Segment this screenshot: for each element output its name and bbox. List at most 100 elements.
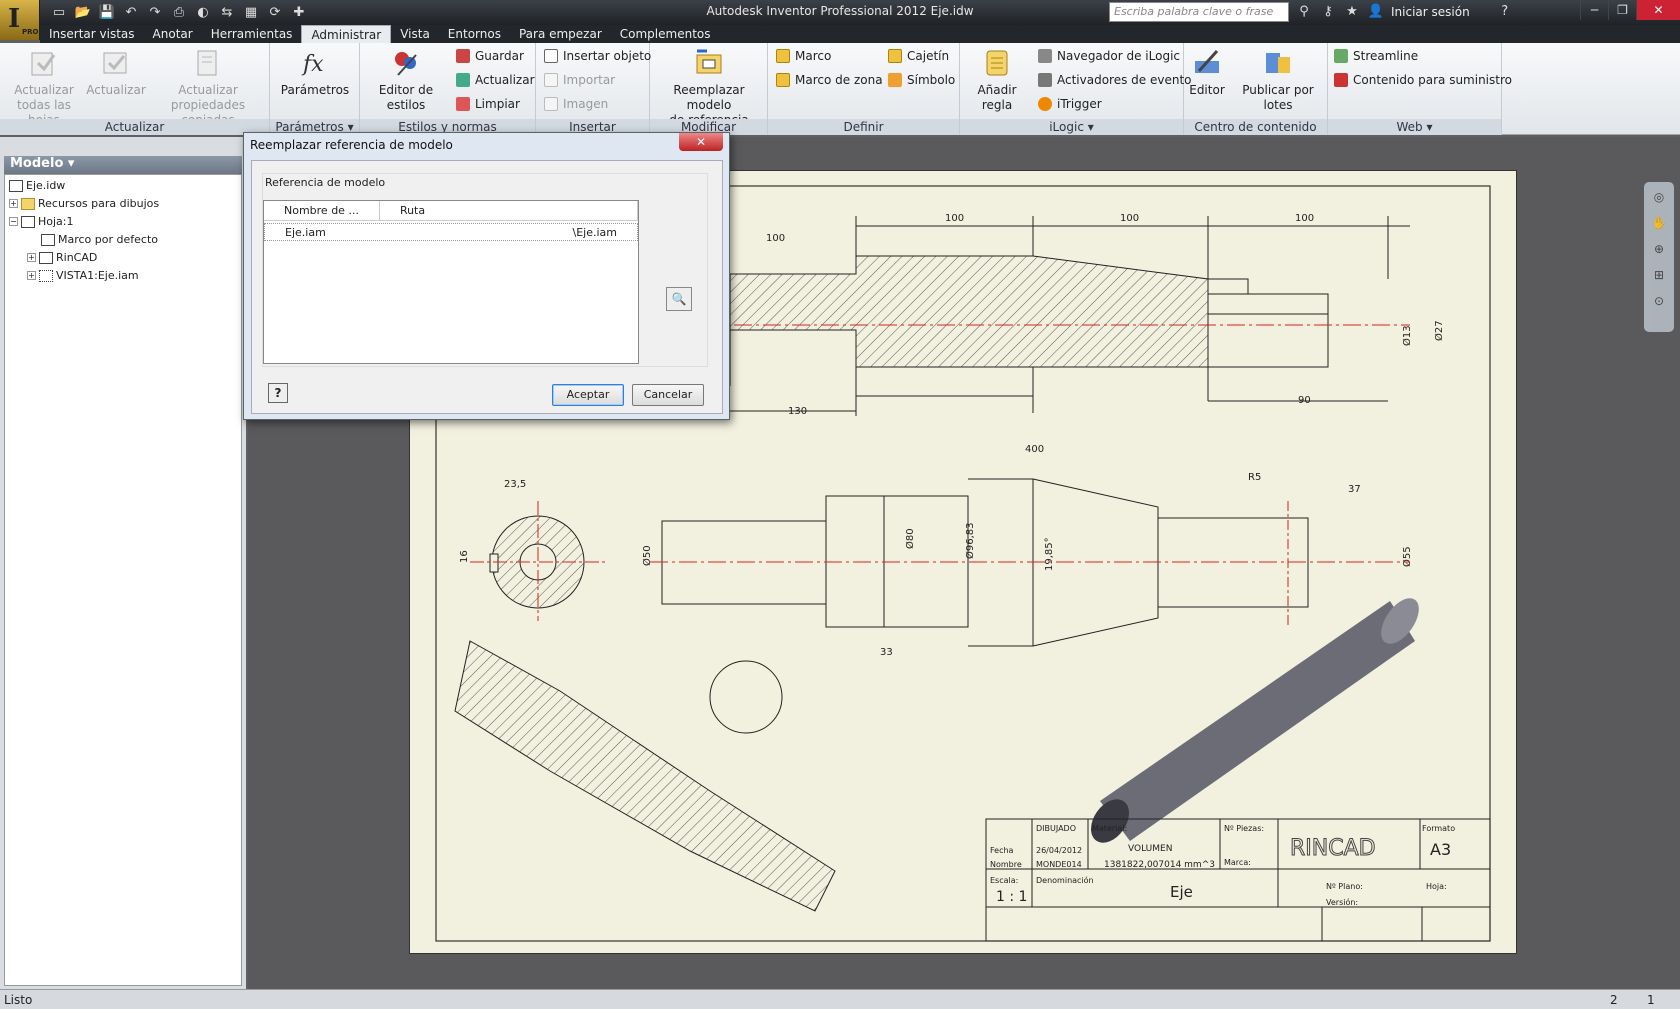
tab-entornos[interactable]: Entornos [439, 25, 510, 43]
col-name-header[interactable]: Nombre de ... [264, 201, 380, 220]
frame-button[interactable]: Marco [776, 49, 831, 63]
insert-object-button[interactable]: Insertar objeto [544, 49, 651, 63]
col-path-header[interactable]: Ruta [380, 201, 638, 220]
steering-wheel-icon[interactable]: ◎ [1648, 186, 1670, 208]
maximize-icon[interactable]: ❐ [1608, 0, 1636, 20]
window-controls: ─ ❐ ✕ [1580, 0, 1680, 20]
help-button[interactable]: ? [268, 383, 288, 403]
dialog-close-icon[interactable]: ✕ [679, 133, 723, 151]
model-browser: Modelo ▾ Eje.idw + Recursos para dibujos … [0, 137, 246, 989]
dim-label: 37 [1348, 484, 1361, 495]
minimize-icon[interactable]: ─ [1580, 0, 1608, 20]
tab-administrar[interactable]: Administrar [301, 25, 392, 43]
event-triggers-icon [1038, 73, 1052, 87]
tree-item-sheet[interactable]: − Hoja:1 [9, 215, 74, 228]
select-icon[interactable]: ◐ [192, 3, 214, 23]
tb-marca: Marca: [1224, 858, 1251, 867]
star-icon[interactable]: ★ [1343, 2, 1361, 22]
ilogic-browser-button[interactable]: Navegador de iLogic [1038, 49, 1180, 63]
itrigger-button[interactable]: iTrigger [1038, 97, 1102, 111]
tree-item-view[interactable]: + VISTA1:Eje.iam [27, 269, 139, 282]
dim-label: 100 [766, 233, 785, 244]
symbol-button[interactable]: Símbolo [888, 73, 955, 87]
status-text: Listo [4, 993, 33, 1007]
dialog-title: Reemplazar referencia de modelo [250, 138, 453, 152]
expand-icon[interactable]: + [9, 199, 18, 208]
update-styles-button[interactable]: Actualizar [456, 73, 535, 87]
tree-item-resources[interactable]: + Recursos para dibujos [9, 197, 159, 210]
expand-icon[interactable]: + [27, 253, 36, 262]
new-icon[interactable]: ▭ [48, 3, 70, 23]
quick-access-toolbar: ▭ 📂 💾 ↶ ↷ ⎙ ◐ ⇆ ▦ ⟳ ✚ [48, 3, 310, 23]
browser-header[interactable]: Modelo ▾ [4, 156, 242, 174]
import-button[interactable]: Importar [544, 73, 615, 87]
purge-styles-button[interactable]: Limpiar [456, 97, 520, 111]
dim-label: Ø50 [641, 545, 653, 566]
properties-icon [197, 50, 217, 76]
panel-title: Centro de contenido [1184, 119, 1327, 135]
add-rule-button[interactable]: Añadir regla [962, 47, 1032, 113]
tab-anotar[interactable]: Anotar [144, 25, 202, 43]
expand-icon[interactable]: + [27, 271, 36, 280]
tab-para-empezar[interactable]: Para empezar [510, 25, 611, 43]
help-search-input[interactable]: Escriba palabra clave o frase [1109, 2, 1289, 22]
zone-frame-button[interactable]: Marco de zona [776, 73, 883, 87]
replace-model-reference-button[interactable]: Reemplazar modelo de referencia [652, 47, 766, 128]
ok-button[interactable]: Aceptar [552, 384, 624, 406]
redo-icon[interactable]: ↷ [144, 3, 166, 23]
appearance-icon[interactable]: ▦ [240, 3, 262, 23]
parameters-button[interactable]: fx Parámetros [275, 47, 355, 98]
open-icon[interactable]: 📂 [72, 3, 94, 23]
image-button[interactable]: Imagen [544, 97, 608, 111]
zoom-all-icon[interactable]: ⊙ [1648, 290, 1670, 312]
dim-label: 100 [1295, 213, 1314, 224]
sign-in-link[interactable]: Iniciar sesión [1391, 5, 1470, 19]
tab-herramientas[interactable]: Herramientas [202, 25, 302, 43]
collapse-icon[interactable]: − [9, 217, 18, 226]
update-icon[interactable]: ⟳ [264, 3, 286, 23]
title-block-button[interactable]: Cajetín [888, 49, 949, 63]
tab-vista[interactable]: Vista [391, 25, 439, 43]
dim-label: 16 [459, 550, 470, 563]
tb-nombre-val: MONDE014 [1036, 860, 1082, 869]
content-editor-button[interactable]: Editor [1186, 47, 1228, 98]
undo-icon[interactable]: ↶ [120, 3, 142, 23]
update-button[interactable]: Actualizar [86, 47, 146, 98]
print-icon[interactable]: ⎙ [168, 3, 190, 23]
tree-item-titleblock[interactable]: + RinCAD [27, 251, 97, 264]
cancel-button[interactable]: Cancelar [632, 384, 704, 406]
event-triggers-button[interactable]: Activadores de evento [1038, 73, 1192, 87]
save-styles-button[interactable]: Guardar [456, 49, 524, 63]
close-icon[interactable]: ✕ [1636, 0, 1680, 20]
browse-button[interactable]: 🔍 [666, 287, 692, 311]
dim-label: 400 [1025, 444, 1044, 455]
supplier-content-icon [1334, 73, 1348, 87]
supplier-content-button[interactable]: Contenido para suministro [1334, 73, 1512, 87]
panel-contenido: Editor Publicar por lotes Centro de cont… [1184, 43, 1328, 135]
help-icon[interactable]: ? [1496, 2, 1514, 22]
tab-insertar-vistas[interactable]: Insertar vistas [40, 25, 144, 43]
reference-table[interactable]: Nombre de ... Ruta Eje.iam \Eje.iam [263, 200, 639, 364]
update-copied-properties-button[interactable]: Actualizar propiedades copiadas [146, 47, 270, 128]
key-icon[interactable]: ⚷ [1319, 2, 1337, 22]
update-all-sheets-button[interactable]: Actualizar todas las hojas [4, 47, 84, 128]
streamline-button[interactable]: Streamline [1334, 49, 1418, 63]
pan-icon[interactable]: ✋ [1648, 212, 1670, 234]
tree-item-document[interactable]: Eje.idw [9, 179, 65, 192]
tree-item-border[interactable]: Marco por defecto [41, 233, 158, 246]
add-icon[interactable]: ✚ [288, 3, 310, 23]
table-row[interactable]: Eje.iam \Eje.iam [264, 223, 638, 241]
binoculars-icon[interactable]: ⚲ [1295, 2, 1313, 22]
measure-icon[interactable]: ⇆ [216, 3, 238, 23]
title-block-icon [39, 251, 53, 264]
dim-label: Ø27 [1433, 320, 1445, 341]
sheet-icon [21, 215, 35, 228]
zoom-window-icon[interactable]: ⊞ [1648, 264, 1670, 286]
application-menu-button[interactable]: I PRO [0, 0, 40, 40]
batch-publish-button[interactable]: Publicar por lotes [1230, 47, 1326, 113]
style-editor-button[interactable]: Editor de estilos [362, 47, 450, 113]
tab-complementos[interactable]: Complementos [611, 25, 720, 43]
zoom-icon[interactable]: ⊕ [1648, 238, 1670, 260]
front-view [650, 478, 1410, 647]
save-icon[interactable]: 💾 [96, 3, 118, 23]
